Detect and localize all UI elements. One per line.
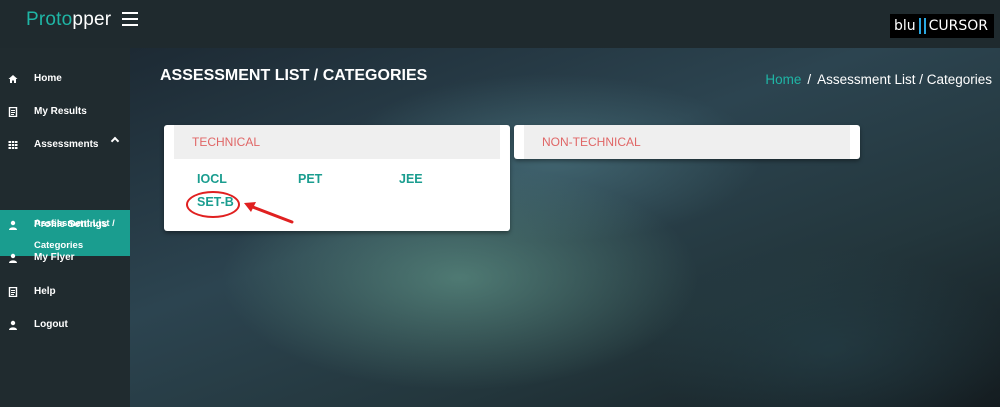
sidebar-item-help[interactable]: Help — [0, 275, 130, 308]
sidebar-item-my-flyer[interactable]: My Flyer — [0, 241, 130, 274]
menu-toggle-icon[interactable] — [122, 12, 138, 26]
sidebar-item-label: Profile Settings — [34, 219, 108, 230]
sidebar-item-logout[interactable]: Logout — [0, 308, 130, 341]
brand-suffix: pper — [72, 9, 112, 30]
sidebar-item-label: Assessments — [34, 139, 99, 150]
breadcrumb: Home / Assessment List / Categories — [765, 72, 992, 87]
sidebar-item-my-results[interactable]: My Results — [0, 95, 130, 128]
brand-prefix: Proto — [26, 9, 73, 30]
breadcrumb-current: Assessment List / Categories — [817, 72, 992, 87]
sidebar-item-assessments[interactable]: Assessments — [0, 128, 130, 161]
main-content: ASSESSMENT LIST / CATEGORIES Home / Assess… — [130, 48, 1000, 407]
annotation-arrow-icon — [244, 202, 294, 224]
sidebar-item-label: My Results — [34, 106, 87, 117]
user-icon — [8, 220, 18, 230]
brand-logo[interactable]: Protopper — [26, 9, 111, 31]
breadcrumb-home-link[interactable]: Home — [765, 72, 801, 87]
document-icon — [8, 106, 18, 117]
sidebar-item-label: My Flyer — [34, 252, 75, 263]
sidebar-item-profile-settings[interactable]: Profile Settings — [0, 208, 130, 241]
logo-right-text: CURSOR — [928, 18, 988, 34]
user-icon — [8, 253, 18, 263]
sidebar-item-home[interactable]: Home — [0, 62, 130, 95]
logo-separator — [923, 18, 926, 34]
blucursor-logo: blu CURSOR — [889, 14, 994, 38]
user-icon — [8, 320, 18, 330]
assessment-link-pet[interactable]: PET — [298, 172, 322, 186]
assessment-link-iocl[interactable]: IOCL — [197, 172, 227, 186]
sidebar-item-label: Help — [34, 286, 56, 297]
home-icon — [8, 74, 18, 84]
logo-left-text: blu — [893, 18, 916, 34]
category-card-non-technical: NON-TECHNICAL — [514, 125, 860, 159]
sidebar-item-label: Logout — [34, 319, 68, 330]
sidebar-item-label: Home — [34, 73, 62, 84]
breadcrumb-separator: / — [807, 72, 812, 87]
annotation-highlight-circle — [186, 191, 240, 218]
assessment-link-jee[interactable]: JEE — [399, 172, 423, 186]
logo-separator — [918, 18, 921, 34]
grid-icon — [8, 140, 18, 150]
card-title-technical[interactable]: TECHNICAL — [174, 125, 500, 159]
card-title-non-technical[interactable]: NON-TECHNICAL — [524, 125, 850, 159]
page-title: ASSESSMENT LIST / CATEGORIES — [160, 67, 428, 84]
document-icon — [8, 286, 18, 297]
sidebar: Home My Results Assessments Assessment L… — [0, 48, 130, 407]
category-card-technical: TECHNICAL IOCL PET JEE SET-B — [164, 125, 510, 231]
chevron-up-icon[interactable] — [110, 136, 120, 146]
top-bar: Protopper blu CURSOR — [0, 0, 1000, 48]
